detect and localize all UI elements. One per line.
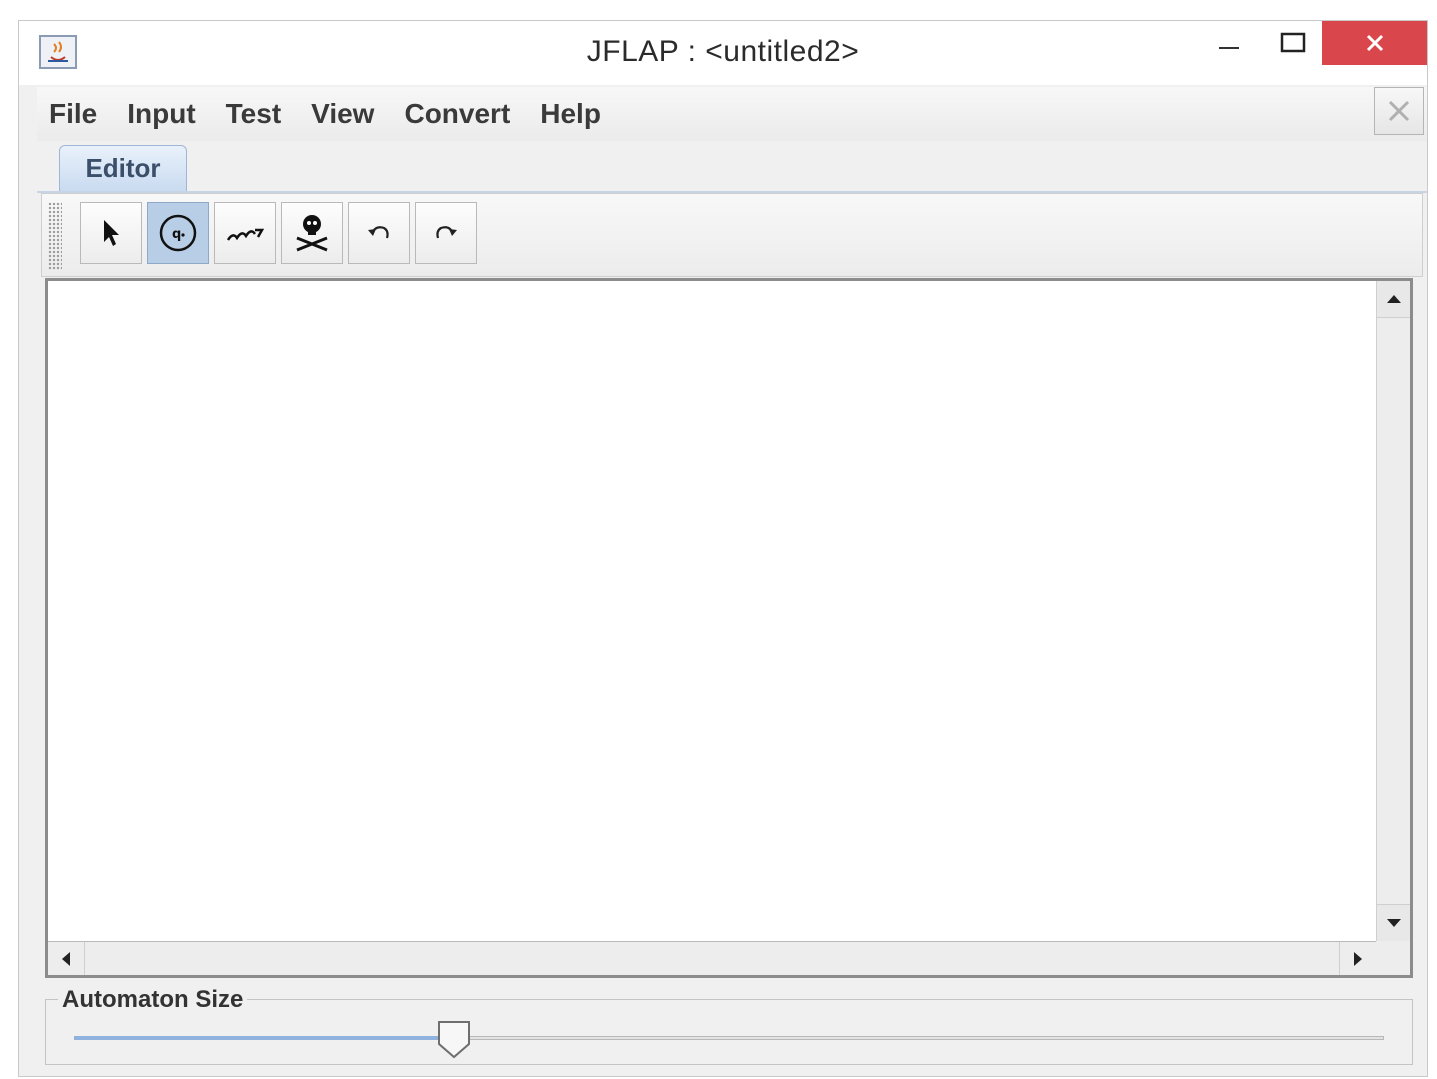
tab-strip: Editor — [37, 141, 1427, 193]
scroll-corner — [1376, 941, 1410, 975]
skull-deleter-icon — [296, 215, 328, 252]
transition-creator-tool[interactable] — [214, 202, 276, 264]
triangle-right-icon — [1354, 951, 1362, 966]
triangle-left-icon — [62, 951, 70, 966]
scroll-right-button[interactable] — [1339, 942, 1376, 975]
size-slider-thumb[interactable] — [436, 1020, 472, 1060]
state-circle-icon: q — [159, 214, 197, 252]
slider-thumb-icon — [437, 1021, 470, 1059]
svg-text:q: q — [172, 227, 181, 242]
menu-help[interactable]: Help — [540, 98, 601, 130]
automaton-size-group: Automaton Size — [45, 986, 1413, 1065]
close-window-button[interactable] — [1322, 21, 1427, 65]
tab-editor[interactable]: Editor — [59, 145, 187, 191]
scroll-left-button[interactable] — [48, 942, 85, 975]
triangle-up-icon — [1386, 295, 1401, 303]
menu-file[interactable]: File — [49, 98, 97, 130]
close-icon — [1388, 100, 1410, 122]
redo-button[interactable] — [415, 202, 477, 264]
horizontal-scrollbar[interactable] — [48, 941, 1376, 975]
automaton-size-label: Automaton Size — [58, 986, 248, 1014]
maximize-icon — [1280, 32, 1306, 53]
menu-input[interactable]: Input — [127, 98, 195, 130]
jflap-window: JFLAP : <untitled2> File Input Test View… — [18, 20, 1428, 1077]
maximize-button[interactable] — [1263, 21, 1323, 65]
state-creator-tool[interactable]: q — [147, 202, 209, 264]
undo-icon — [368, 226, 389, 239]
automaton-canvas-frame — [45, 278, 1413, 978]
automaton-canvas[interactable] — [48, 281, 1376, 941]
scroll-down-button[interactable] — [1377, 904, 1410, 941]
menu-test[interactable]: Test — [226, 98, 282, 130]
scroll-up-button[interactable] — [1377, 281, 1410, 318]
menu-view[interactable]: View — [311, 98, 374, 130]
minimize-button[interactable] — [1199, 21, 1259, 65]
arrow-pointer-icon — [104, 220, 119, 246]
redo-icon — [436, 226, 457, 239]
menu-bar: File Input Test View Convert Help — [37, 87, 1427, 141]
close-document-button[interactable] — [1374, 87, 1424, 135]
undo-button[interactable] — [348, 202, 410, 264]
vertical-scrollbar[interactable] — [1376, 281, 1410, 941]
menu-convert[interactable]: Convert — [404, 98, 510, 130]
attribute-editor-tool[interactable] — [80, 202, 142, 264]
close-icon — [1366, 34, 1383, 52]
minimize-icon — [1219, 47, 1239, 49]
triangle-down-icon — [1386, 919, 1401, 927]
title-bar[interactable]: JFLAP : <untitled2> — [19, 21, 1427, 85]
transition-arrow-icon — [226, 228, 265, 241]
size-slider-fill — [74, 1036, 454, 1040]
editor-toolbar: q — [41, 193, 1423, 277]
deleter-tool[interactable] — [281, 202, 343, 264]
toolbar-grip[interactable] — [48, 202, 62, 270]
